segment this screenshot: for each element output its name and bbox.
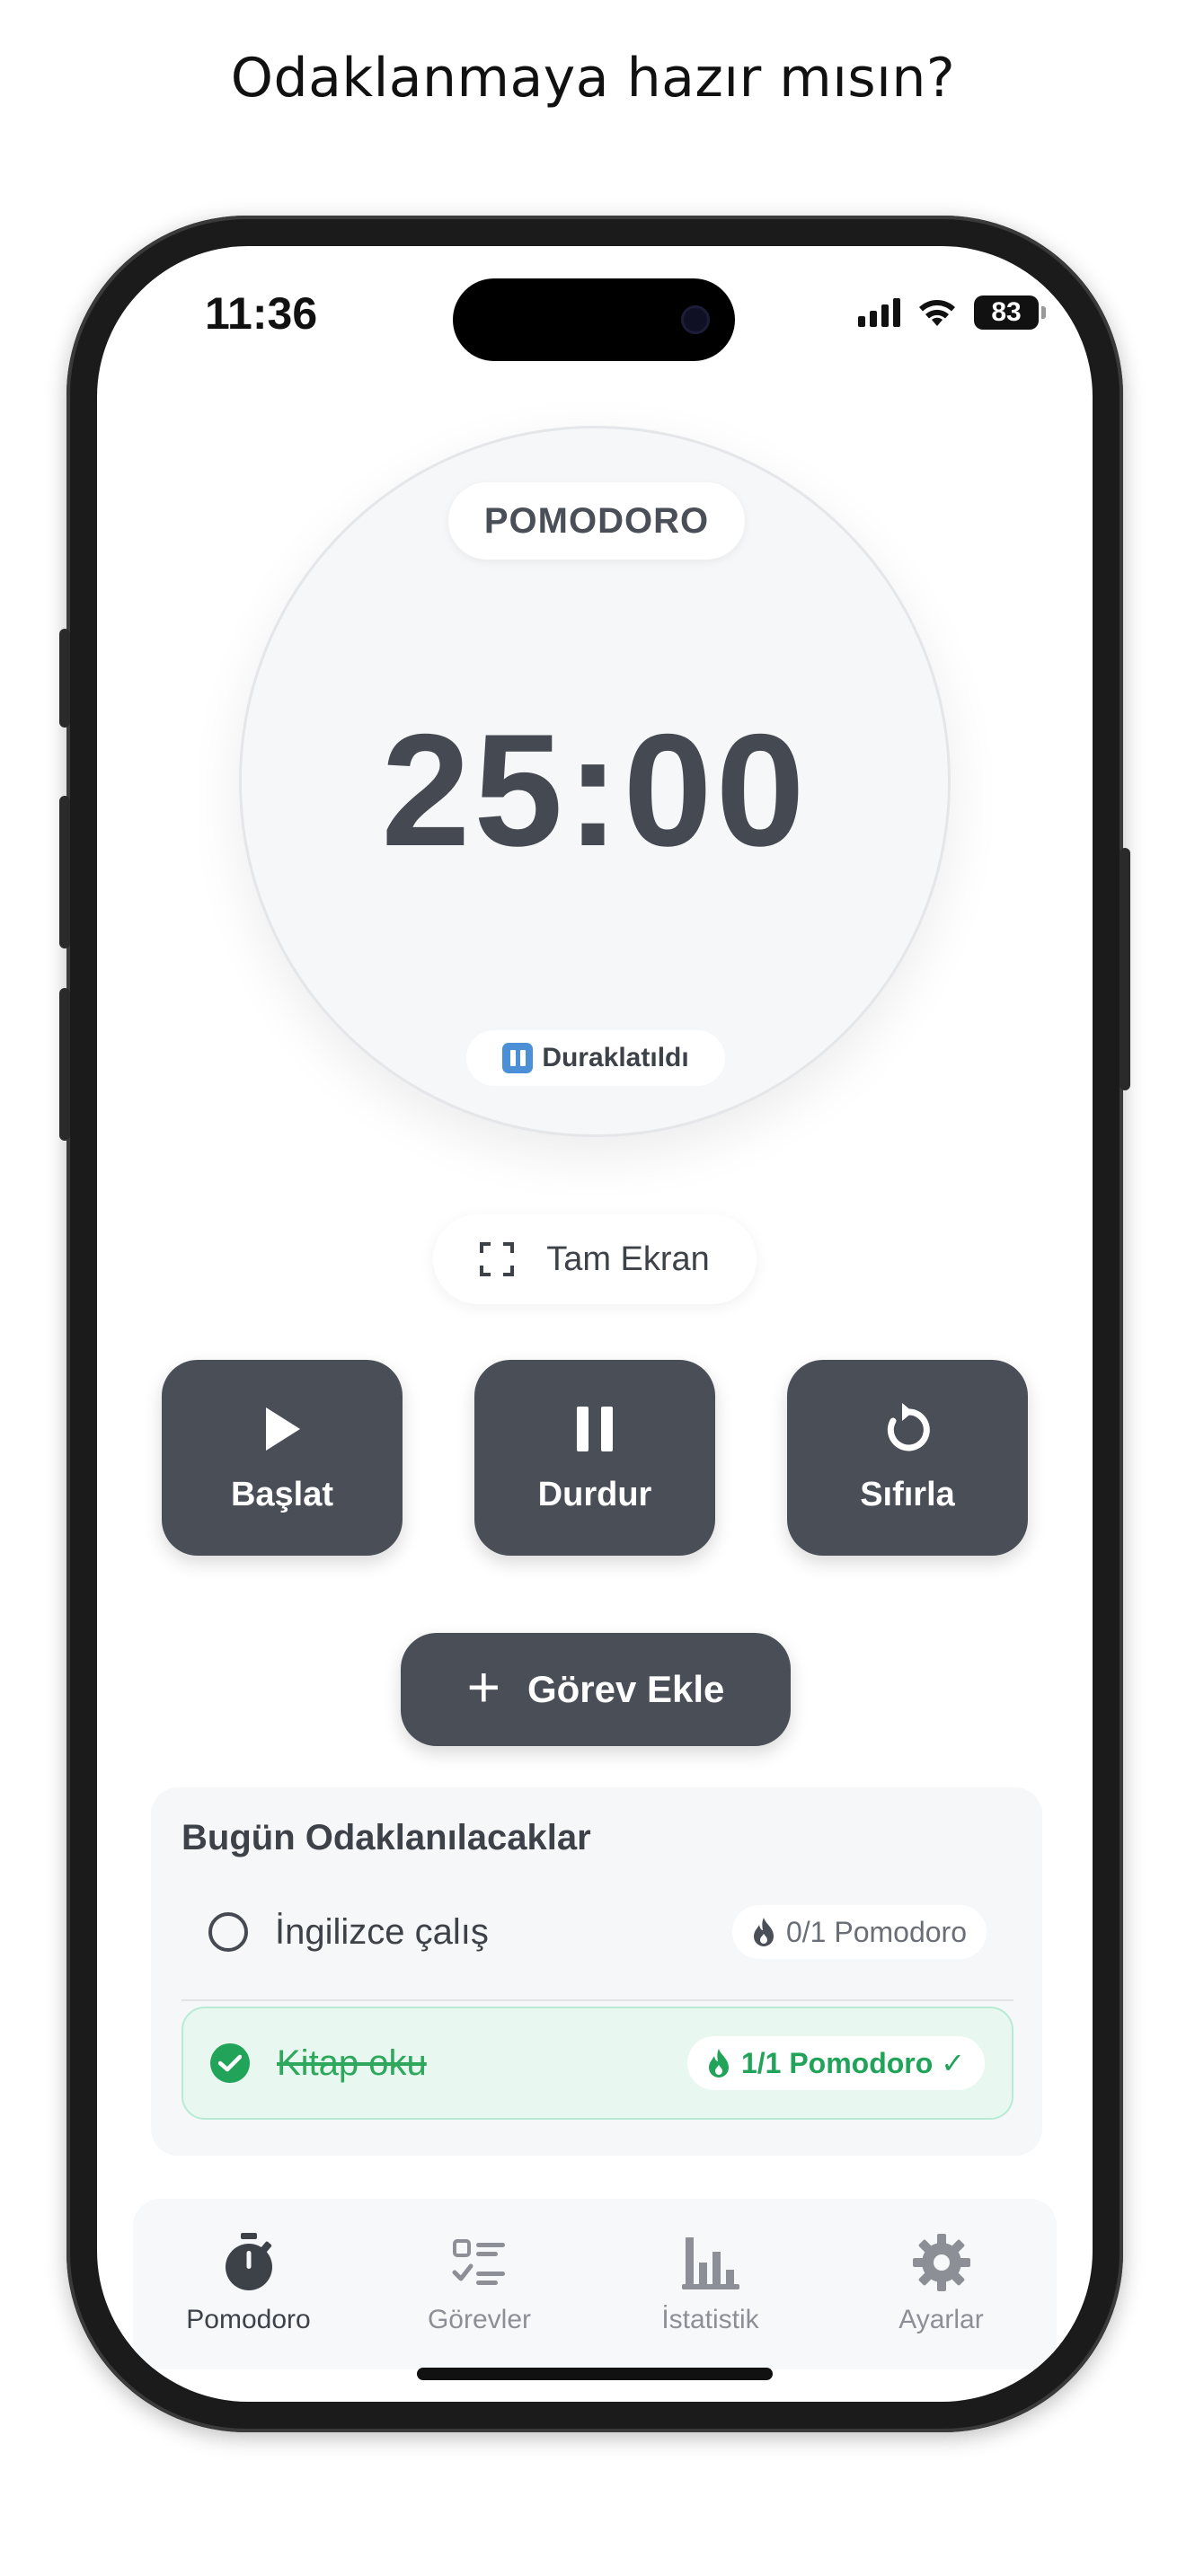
wifi-icon: [919, 300, 955, 326]
timer-mode-badge: POMODORO: [448, 482, 745, 560]
play-icon: [255, 1402, 309, 1456]
plus-icon: +: [466, 1654, 500, 1719]
tab-label: Görevler: [427, 2305, 532, 2334]
tab-settings[interactable]: Ayarlar: [843, 2233, 1040, 2335]
pause-button[interactable]: Durdur: [474, 1360, 715, 1556]
reset-icon: [881, 1402, 934, 1456]
checklist-icon: [450, 2233, 509, 2292]
task-row-completed[interactable]: Kitap oku 1/1 Pomodoro ✓: [181, 2007, 1013, 2120]
pause-icon: [568, 1402, 622, 1456]
camera-icon: [681, 305, 710, 334]
pause-button-icon: [502, 1043, 534, 1073]
fullscreen-label: Tam Ekran: [546, 1239, 710, 1278]
pause-label: Durdur: [537, 1475, 652, 1513]
tab-pomodoro[interactable]: Pomodoro: [150, 2233, 348, 2335]
flame-icon: [753, 1918, 774, 1946]
home-indicator[interactable]: [417, 2368, 773, 2380]
checkmark-circle-icon[interactable]: [210, 2043, 250, 2083]
timer-status-label: Duraklatıldı: [542, 1043, 689, 1072]
pomodoro-count: 0/1 Pomodoro: [785, 1915, 967, 1948]
page-headline: Odaklanmaya hazır mısın?: [230, 47, 956, 110]
timer-display: 25:00: [381, 701, 809, 879]
status-time: 11:36: [205, 288, 318, 339]
status-indicators: 83: [858, 293, 1046, 332]
pomodoro-count: 1/1 Pomodoro ✓: [740, 2047, 965, 2079]
volume-up-button: [59, 796, 70, 948]
stopwatch-icon: [219, 2233, 279, 2292]
add-task-label: Görev Ekle: [527, 1668, 725, 1710]
gear-icon: [912, 2233, 971, 2292]
tab-tasks[interactable]: Görevler: [381, 2233, 579, 2335]
pomodoro-count-badge: 1/1 Pomodoro ✓: [686, 2036, 985, 2090]
tab-label: Pomodoro: [186, 2305, 311, 2334]
flame-icon: [708, 2049, 729, 2078]
fullscreen-icon: [480, 1242, 515, 1276]
app-screen: 11:36 83 POMODORO 25:00 Duraklatıldı Tam…: [97, 246, 1093, 2402]
timer-dial: POMODORO 25:00 Duraklatıldı: [239, 426, 951, 1137]
task-checkbox[interactable]: [208, 1912, 248, 1952]
volume-down-button: [59, 988, 70, 1141]
battery-icon: 83: [974, 296, 1046, 330]
task-row[interactable]: İngilizce çalış 0/1 Pomodoro: [181, 1875, 1013, 1989]
start-label: Başlat: [230, 1475, 334, 1513]
pomodoro-count-badge: 0/1 Pomodoro: [731, 1905, 987, 1959]
today-tasks-panel: Bugün Odaklanılacaklar İngilizce çalış 0…: [151, 1787, 1042, 2156]
tab-label: İstatistik: [661, 2305, 759, 2334]
reset-label: Sıfırla: [860, 1475, 955, 1513]
add-task-button[interactable]: + Görev Ekle: [401, 1633, 791, 1746]
task-divider: [181, 1999, 1013, 2001]
tab-statistics[interactable]: İstatistik: [612, 2233, 810, 2335]
fullscreen-button[interactable]: Tam Ekran: [433, 1214, 757, 1304]
timer-status-badge: Duraklatıldı: [466, 1030, 725, 1086]
bottom-tab-bar: Pomodoro Görevler İstatistik Ayarlar: [133, 2199, 1057, 2369]
action-button: [59, 629, 70, 728]
today-tasks-title: Bugün Odaklanılacaklar: [181, 1818, 591, 1857]
dynamic-island: [453, 278, 735, 361]
bar-chart-icon: [681, 2233, 740, 2292]
power-button: [1120, 848, 1130, 1090]
start-button[interactable]: Başlat: [162, 1360, 403, 1556]
cellular-signal-icon: [858, 298, 900, 327]
task-label: İngilizce çalış: [275, 1911, 489, 1952]
task-label: Kitap oku: [277, 2042, 427, 2083]
reset-button[interactable]: Sıfırla: [787, 1360, 1028, 1556]
tab-label: Ayarlar: [898, 2305, 984, 2334]
